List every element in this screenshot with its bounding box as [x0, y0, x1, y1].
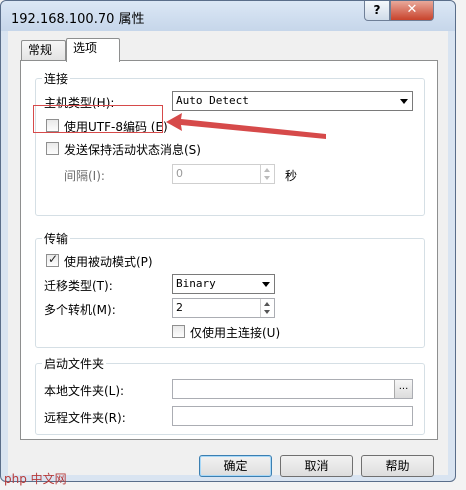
- tab-options[interactable]: 选项: [66, 38, 120, 62]
- connection-group: 连接 主机类型(H): Auto Detect 使用UTF-8编码 (E) 发送…: [35, 70, 425, 216]
- help-title-button[interactable]: ?: [364, 1, 390, 21]
- annotation-highlight-box: [33, 105, 163, 133]
- dialog-client: 常规 选项 连接 主机类型(H): Auto Detect 使用UTF-8编码 …: [8, 31, 448, 477]
- keepalive-checkbox[interactable]: [46, 142, 59, 155]
- transfer-group-title: 传输: [42, 230, 71, 247]
- tab-general[interactable]: 常规: [21, 40, 66, 60]
- chevron-up-icon[interactable]: [264, 168, 270, 172]
- passive-mode-checkbox[interactable]: [46, 252, 59, 267]
- ok-button[interactable]: 确定: [199, 455, 272, 477]
- remote-folder-input[interactable]: [172, 406, 413, 426]
- interval-stepper[interactable]: 0: [172, 164, 275, 184]
- multi-transfer-label: 多个转机(M):: [44, 303, 116, 317]
- interval-label: 间隔(I):: [64, 169, 105, 183]
- window-title: 192.168.100.70 属性: [11, 12, 145, 27]
- remote-folder-label: 远程文件夹(R):: [44, 411, 126, 425]
- browse-button[interactable]: ...: [394, 380, 412, 398]
- chevron-up-icon[interactable]: [264, 302, 270, 306]
- startup-folder-group-title: 启动文件夹: [42, 355, 107, 372]
- chevron-down-icon: [262, 282, 270, 287]
- help-button[interactable]: 帮助: [361, 455, 434, 477]
- local-folder-input[interactable]: ...: [172, 379, 413, 399]
- stepper-buttons: [260, 165, 274, 183]
- cancel-button[interactable]: 取消: [280, 455, 353, 477]
- transfer-type-value: Binary: [176, 277, 216, 290]
- passive-mode-label: 使用被动模式(P): [64, 255, 153, 269]
- interval-unit: 秒: [285, 169, 298, 183]
- transfer-type-label: 迁移类型(T):: [44, 279, 113, 293]
- annotation-arrow-icon: [166, 113, 326, 139]
- title-bar: 192.168.100.70 属性 ? ✕: [1, 1, 455, 31]
- connection-group-title: 连接: [42, 70, 71, 87]
- transfer-type-select[interactable]: Binary: [172, 274, 275, 294]
- startup-folder-group: 启动文件夹 本地文件夹(L): ... 远程文件夹(R):: [35, 355, 425, 435]
- close-button[interactable]: ✕: [390, 1, 434, 21]
- chevron-down-icon: [400, 99, 408, 104]
- main-connection-label: 仅使用主连接(U): [190, 326, 281, 340]
- main-connection-checkbox[interactable]: [172, 325, 185, 338]
- multi-transfer-stepper[interactable]: 2: [172, 298, 275, 318]
- chevron-down-icon[interactable]: [264, 176, 270, 180]
- transfer-group: 传输 使用被动模式(P) 迁移类型(T): Binary 多个转机(M): 2: [35, 230, 425, 348]
- interval-value: 0: [176, 167, 183, 180]
- stepper-buttons: [260, 299, 274, 317]
- properties-dialog: 192.168.100.70 属性 ? ✕ 常规 选项 连接 主机类型(H): …: [0, 0, 456, 482]
- chevron-down-icon[interactable]: [264, 310, 270, 314]
- watermark-text: php 中文网: [4, 472, 67, 486]
- local-folder-label: 本地文件夹(L):: [44, 384, 125, 398]
- multi-transfer-value: 2: [176, 301, 183, 314]
